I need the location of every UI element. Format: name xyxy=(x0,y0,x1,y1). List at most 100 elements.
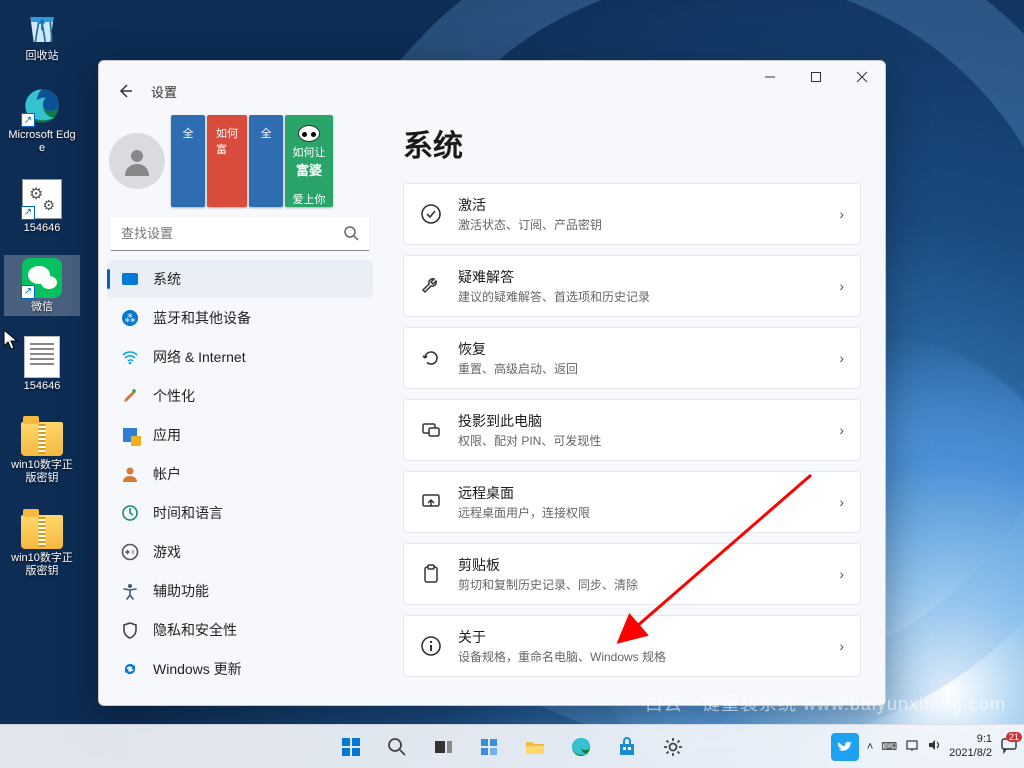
widgets-button[interactable] xyxy=(469,727,509,767)
card-clipboard[interactable]: 剪贴板剪切和复制历史记录、同步、清除 › xyxy=(403,543,861,605)
search-icon[interactable] xyxy=(343,225,359,246)
taskbar-search-button[interactable] xyxy=(377,727,417,767)
nav-label: Windows 更新 xyxy=(153,659,242,679)
desktop-icon-edge[interactable]: ↗ Microsoft Edge xyxy=(4,83,80,157)
task-view-button[interactable] xyxy=(423,727,463,767)
start-button[interactable] xyxy=(331,727,371,767)
tray-app-icon[interactable] xyxy=(831,733,859,761)
profile-area[interactable]: 全 如何富 全 如何让富婆爱上你 xyxy=(105,105,375,215)
taskbar-settings[interactable] xyxy=(653,727,693,767)
desktop-icon-label: 回收站 xyxy=(26,50,59,63)
nav-item-accessibility[interactable]: 辅助功能 xyxy=(107,572,373,610)
nav-label: 个性化 xyxy=(153,386,195,406)
taskbar-explorer[interactable] xyxy=(515,727,555,767)
settings-window: 设置 全 如何富 全 如何让富婆爱上你 xyxy=(98,60,886,706)
nav-item-apps[interactable]: 应用 xyxy=(107,416,373,454)
desktop-icon-recycle-bin[interactable]: 回收站 xyxy=(4,4,80,65)
apps-icon xyxy=(121,426,139,444)
tray-volume-icon[interactable] xyxy=(927,738,941,755)
arrow-left-icon xyxy=(117,83,133,99)
nav-label: 辅助功能 xyxy=(153,581,209,601)
desktop-icon-label: 微信 xyxy=(31,301,53,314)
card-subtitle: 剪切和复制历史记录、同步、清除 xyxy=(458,576,823,593)
update-icon xyxy=(121,660,139,678)
desktop-icon-label: 154646 xyxy=(24,380,61,393)
tray-clock[interactable]: 9:1 2021/8/2 xyxy=(949,733,992,759)
nav-item-system[interactable]: 系统 xyxy=(107,260,373,298)
maximize-icon xyxy=(810,71,822,83)
desktop-icon-zip-folder-2[interactable]: win10数字正版密钥 xyxy=(4,506,80,580)
card-subtitle: 重置、高级启动、返回 xyxy=(458,360,823,377)
info-circle-icon xyxy=(420,635,442,657)
bluetooth-icon: ⁂ xyxy=(121,309,139,327)
tray-chevron-up-icon[interactable]: ˄ xyxy=(867,741,873,753)
project-icon xyxy=(420,419,442,441)
windows-logo-icon xyxy=(340,736,362,758)
chevron-right-icon: › xyxy=(839,350,844,366)
close-icon xyxy=(856,71,868,83)
nav-item-time-language[interactable]: 时间和语言 xyxy=(107,494,373,532)
notification-button[interactable]: 21 xyxy=(1000,736,1018,757)
wifi-icon xyxy=(121,348,139,366)
nav-item-windows-update[interactable]: Windows 更新 xyxy=(107,650,373,688)
desktop-icon-settings-file[interactable]: ↗ 154646 xyxy=(4,176,80,237)
nav-item-accounts[interactable]: 帐户 xyxy=(107,455,373,493)
taskbar-store[interactable] xyxy=(607,727,647,767)
card-activation[interactable]: 激活激活状态、订阅、产品密钥 › xyxy=(403,183,861,245)
taskbar-edge[interactable] xyxy=(561,727,601,767)
history-icon xyxy=(420,347,442,369)
card-troubleshoot[interactable]: 疑难解答建议的疑难解答、首选项和历史记录 › xyxy=(403,255,861,317)
card-subtitle: 激活状态、订阅、产品密钥 xyxy=(458,216,823,233)
back-button[interactable] xyxy=(113,79,137,103)
recycle-bin-icon xyxy=(21,6,63,48)
remote-desktop-icon xyxy=(420,491,442,513)
tray-ime-icon[interactable]: ⌨ xyxy=(881,740,897,753)
desktop-icon-wechat[interactable]: ↗ 微信 xyxy=(4,255,80,316)
shortcut-overlay-icon: ↗ xyxy=(21,285,35,299)
zip-folder-icon xyxy=(21,508,63,550)
nav-item-personalization[interactable]: 个性化 xyxy=(107,377,373,415)
window-close-button[interactable] xyxy=(839,61,885,93)
tray-network-icon[interactable] xyxy=(905,738,919,755)
card-projecting[interactable]: 投影到此电脑权限、配对 PIN、可发现性 › xyxy=(403,399,861,461)
search-box xyxy=(111,217,369,251)
accessibility-icon xyxy=(121,582,139,600)
folder-icon xyxy=(524,736,546,758)
card-subtitle: 建议的疑难解答、首选项和历史记录 xyxy=(458,288,823,305)
header-row: 设置 xyxy=(113,79,177,103)
nav-item-bluetooth[interactable]: ⁂ 蓝牙和其他设备 xyxy=(107,299,373,337)
desktop-icon-text-file[interactable]: 154646 xyxy=(4,334,80,395)
window-titlebar[interactable] xyxy=(99,61,885,105)
chevron-right-icon: › xyxy=(839,206,844,222)
window-maximize-button[interactable] xyxy=(793,61,839,93)
nav-label: 应用 xyxy=(153,425,181,445)
gaming-icon xyxy=(121,543,139,561)
nav-item-privacy[interactable]: 隐私和安全性 xyxy=(107,611,373,649)
tray-date: 2021/8/2 xyxy=(949,747,992,760)
desktop-icons: 回收站 ↗ Microsoft Edge ↗ 154646 ↗ 微信 15464… xyxy=(4,4,80,580)
settings-file-icon: ↗ xyxy=(21,178,63,220)
desktop-icon-label: win10数字正版密钥 xyxy=(6,459,78,485)
card-title: 远程桌面 xyxy=(458,483,823,503)
desktop-icon-zip-folder-1[interactable]: win10数字正版密钥 xyxy=(4,413,80,487)
search-input[interactable] xyxy=(111,217,369,251)
settings-content: 系统 激活激活状态、订阅、产品密钥 › 疑难解答建议的疑难解答、首选项和历史记录… xyxy=(381,105,885,705)
card-recovery[interactable]: 恢复重置、高级启动、返回 › xyxy=(403,327,861,389)
user-avatar[interactable] xyxy=(109,133,165,189)
nav-label: 隐私和安全性 xyxy=(153,620,237,640)
card-remote-desktop[interactable]: 远程桌面远程桌面用户，连接权限 › xyxy=(403,471,861,533)
taskbar-center xyxy=(331,727,693,767)
app-title: 设置 xyxy=(151,82,177,101)
minimize-icon xyxy=(764,71,776,83)
card-about[interactable]: 关于设备规格，重命名电脑、Windows 规格 › xyxy=(403,615,861,677)
taskbar: ˄ ⌨ 9:1 2021/8/2 21 xyxy=(0,724,1024,768)
nav-label: 时间和语言 xyxy=(153,503,223,523)
window-minimize-button[interactable] xyxy=(747,61,793,93)
chevron-right-icon: › xyxy=(839,422,844,438)
nav-item-network[interactable]: 网络 & Internet xyxy=(107,338,373,376)
card-title: 剪贴板 xyxy=(458,555,823,575)
paintbrush-icon xyxy=(121,387,139,405)
shortcut-overlay-icon: ↗ xyxy=(21,113,35,127)
desktop-icon-label: Microsoft Edge xyxy=(6,129,78,155)
nav-item-gaming[interactable]: 游戏 xyxy=(107,533,373,571)
